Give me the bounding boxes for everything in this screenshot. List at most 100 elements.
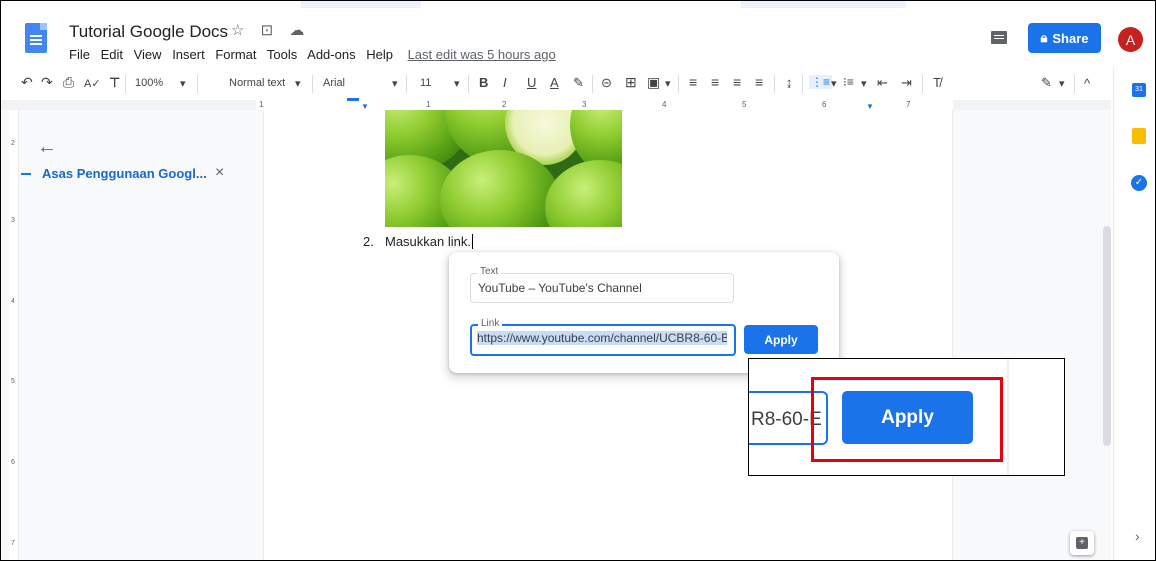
ruler-mark: 2	[11, 140, 15, 147]
top-strip	[741, 1, 906, 8]
chevron-down-icon[interactable]: ▾	[180, 77, 186, 90]
line-spacing-icon[interactable]: ↨	[786, 75, 793, 90]
link-field-label: Link	[478, 318, 503, 329]
decrease-indent-icon[interactable]: ⇤	[877, 75, 888, 91]
chevron-down-icon[interactable]: ▾	[295, 77, 301, 90]
docs-logo-icon[interactable]	[25, 23, 47, 53]
align-left-icon[interactable]: ≡	[689, 74, 697, 90]
zoom-select[interactable]: 100%	[135, 77, 163, 89]
lock-icon: 🔒︎	[1040, 30, 1048, 45]
app-header: Tutorial Google Docs ☆ ⊡ ☁ File Edit Vie…	[1, 9, 1155, 67]
menu-tools[interactable]: Tools	[267, 47, 297, 62]
outline-active-marker	[21, 173, 31, 175]
tasks-icon[interactable]: ✓	[1131, 175, 1147, 191]
back-arrow-icon[interactable]: ←	[37, 136, 57, 159]
ruler-mark: 1	[259, 100, 264, 109]
ruler-mark: 2	[502, 100, 507, 109]
link-popup: Text YouTube – YouTube's Channel Link ht…	[449, 252, 839, 373]
apply-button[interactable]: Apply	[744, 325, 818, 354]
ruler-mark: 7	[906, 100, 911, 109]
highlight-box	[811, 377, 1003, 462]
link-url-field[interactable]: Link https://www.youtube.com/channel/UCB…	[470, 318, 736, 356]
keep-icon[interactable]	[1132, 128, 1146, 144]
screenshot-frame: Tutorial Google Docs ☆ ⊡ ☁ File Edit Vie…	[0, 0, 1156, 561]
expand-panel-icon[interactable]: ›	[1135, 528, 1140, 544]
scrollbar-thumb[interactable]	[1103, 226, 1111, 446]
ruler-margin	[1, 100, 256, 110]
chevron-down-icon[interactable]: ▾	[861, 77, 867, 90]
spellcheck-icon[interactable]: A✓	[84, 77, 101, 90]
editing-mode-icon[interactable]: ✎	[1041, 75, 1052, 91]
title-icons[interactable]: ☆ ⊡ ☁	[231, 21, 310, 39]
ruler-mark: 1	[426, 100, 431, 109]
ruler-mark: 5	[11, 378, 15, 385]
menu-view[interactable]: View	[134, 47, 162, 62]
chevron-down-icon[interactable]: ▾	[1059, 77, 1065, 90]
menu-insert[interactable]: Insert	[172, 47, 205, 62]
menu-edit[interactable]: Edit	[101, 47, 123, 62]
list-item-label: Masukkan link.	[385, 234, 471, 249]
text-cursor	[471, 234, 473, 249]
share-button[interactable]: 🔒︎ Share	[1028, 23, 1101, 53]
link-icon[interactable]: ⊝	[601, 75, 612, 91]
ruler-mark: 6	[11, 459, 15, 466]
add-comment-icon[interactable]: ⊞	[625, 74, 637, 91]
menu-addons[interactable]: Add-ons	[307, 47, 355, 62]
top-strip	[301, 1, 421, 8]
share-label: Share	[1052, 30, 1089, 46]
left-indent-marker[interactable]	[347, 98, 359, 101]
document-title[interactable]: Tutorial Google Docs	[69, 22, 228, 42]
comment-history-icon[interactable]	[991, 31, 1007, 44]
ruler-mark: 5	[742, 100, 747, 109]
text-color-button[interactable]: A	[550, 75, 559, 90]
bulleted-list-icon[interactable]: ⁝≡	[843, 75, 854, 89]
chevron-down-icon[interactable]: ▾	[831, 77, 837, 90]
ruler-mark: 4	[11, 298, 15, 305]
calendar-icon[interactable]: 31	[1132, 83, 1146, 97]
collapse-toolbar-icon[interactable]: ^	[1084, 76, 1090, 91]
align-right-icon[interactable]: ≡	[733, 74, 741, 90]
redo-icon[interactable]: ↷	[41, 74, 53, 91]
print-icon[interactable]: ⎙	[63, 74, 74, 91]
clear-formatting-icon[interactable]: T̸	[933, 75, 941, 90]
menu-help[interactable]: Help	[366, 47, 393, 62]
insert-image-icon[interactable]: ▣	[647, 74, 660, 91]
link-field-value: https://www.youtube.com/channel/UCBR8-60…	[477, 331, 727, 345]
menu-format[interactable]: Format	[215, 47, 256, 62]
toolbar: ↶ ↷ ⎙ A✓ ⊤ 100% ▾ Normal text ▾ Arial ▾ …	[1, 67, 1111, 100]
ruler-margin	[953, 100, 1111, 110]
ruler-mark: 7	[11, 540, 15, 547]
font-size-select[interactable]: 11	[420, 77, 431, 89]
undo-icon[interactable]: ↶	[21, 74, 33, 91]
ruler-mark: 4	[662, 100, 667, 109]
last-edit-link[interactable]: Last edit was 5 hours ago	[408, 47, 556, 62]
ruler-mark: 3	[582, 100, 587, 109]
justify-icon[interactable]: ≡	[755, 74, 763, 90]
list-item-text[interactable]: Masukkan link.	[385, 234, 473, 249]
underline-button[interactable]: U	[527, 75, 536, 90]
close-icon[interactable]: ×	[215, 164, 224, 182]
style-select[interactable]: Normal text	[229, 77, 285, 89]
align-center-icon[interactable]: ≡	[711, 74, 719, 90]
zoomed-divider	[1007, 359, 1009, 475]
increase-indent-icon[interactable]: ⇥	[901, 75, 912, 91]
font-select[interactable]: Arial	[323, 77, 345, 89]
green-apples-image[interactable]	[385, 110, 622, 227]
chevron-down-icon[interactable]: ▾	[665, 77, 671, 90]
explore-button[interactable]: +	[1070, 531, 1094, 555]
chevron-down-icon[interactable]: ▾	[454, 77, 460, 90]
italic-button[interactable]: I	[503, 75, 507, 90]
numbered-list-icon[interactable]: ⋮≡	[809, 75, 833, 89]
link-text-field[interactable]: Text YouTube – YouTube's Channel	[470, 266, 734, 303]
bold-button[interactable]: B	[479, 75, 488, 90]
highlight-icon[interactable]: ✎	[573, 75, 584, 91]
list-number: 2.	[363, 234, 374, 249]
outline-heading-item[interactable]: Asas Penggunaan Googl...	[42, 166, 207, 181]
menu-file[interactable]: File	[69, 47, 90, 62]
text-field-value: YouTube – YouTube's Channel	[478, 281, 642, 295]
vertical-ruler[interactable]: 2 3 4 5 6 7	[9, 110, 19, 560]
avatar[interactable]: A	[1118, 27, 1143, 52]
chevron-down-icon[interactable]: ▾	[392, 77, 398, 90]
text-field-label: Text	[477, 266, 502, 277]
paint-format-icon[interactable]: ⊤	[109, 75, 120, 91]
